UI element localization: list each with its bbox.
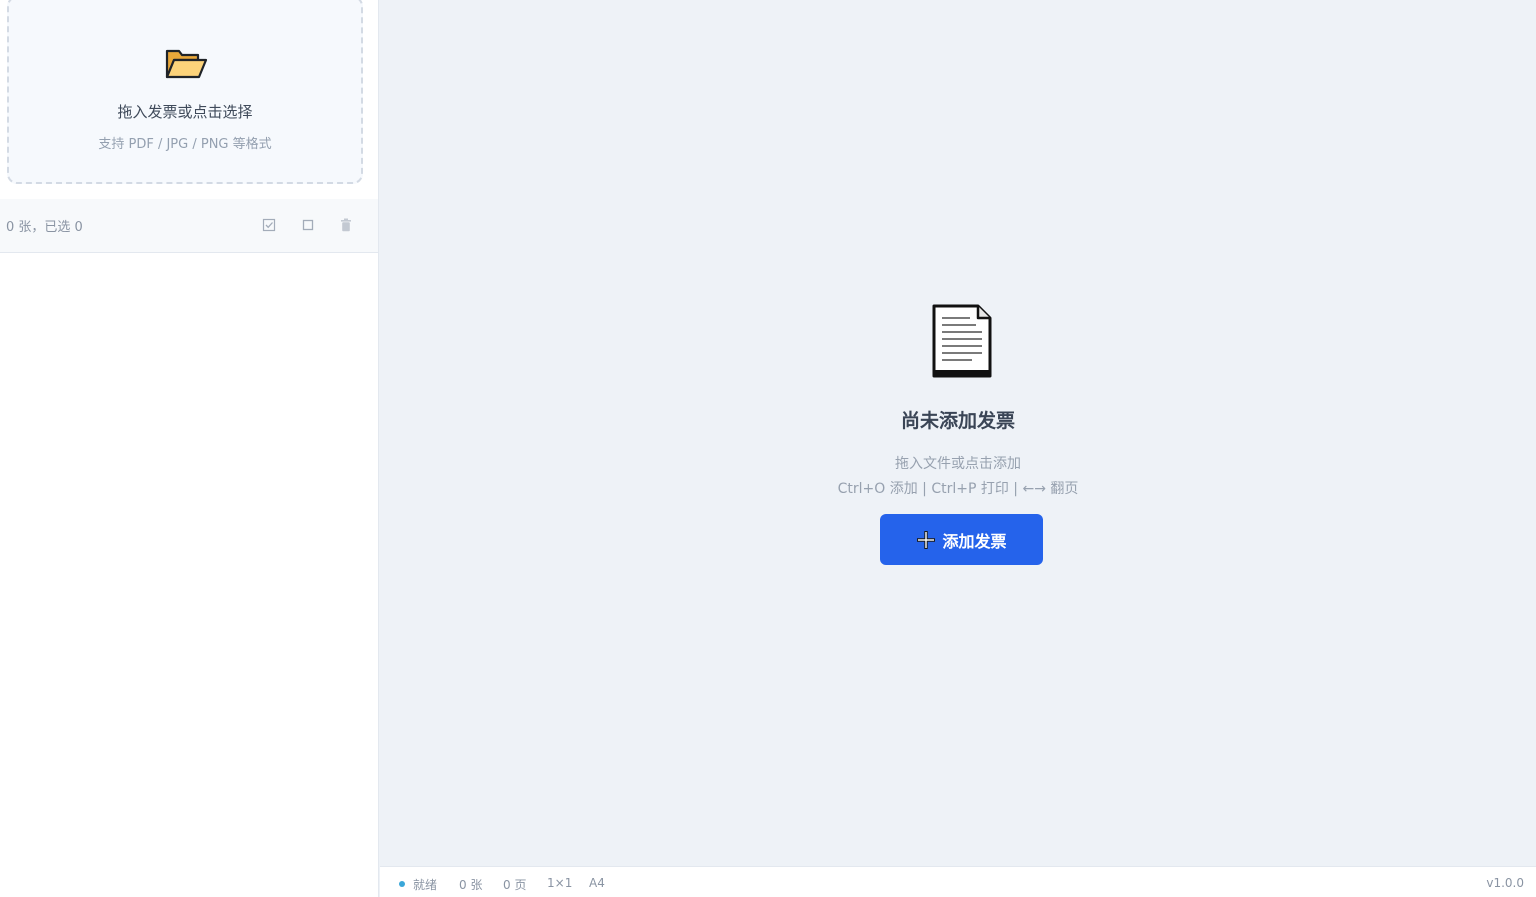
plus-icon bbox=[917, 530, 936, 549]
keyboard-shortcuts-hint: Ctrl+O 添加 | Ctrl+P 打印 | ←→ 翻页 bbox=[837, 481, 1079, 497]
app-version: v1.0.0 bbox=[1486, 876, 1524, 890]
empty-state-title: 尚未添加发票 bbox=[900, 410, 1015, 432]
paper-size: A4 bbox=[589, 876, 605, 890]
page-count: 0 页 bbox=[503, 878, 527, 892]
checked-box-icon bbox=[262, 218, 276, 232]
select-all-button[interactable] bbox=[260, 216, 278, 234]
trash-icon bbox=[341, 218, 351, 232]
status-text: 就绪 bbox=[413, 878, 438, 892]
document-icon bbox=[932, 304, 992, 378]
add-invoice-button-label: 添加发票 bbox=[942, 531, 1007, 551]
preview-area: 尚未添加发票 拖入文件或点击添加 Ctrl+O 添加 | Ctrl+P 打印 |… bbox=[380, 0, 1536, 866]
list-toolbar: 0 张，已选 0 bbox=[0, 199, 378, 253]
selection-count: 0 张，已选 0 bbox=[6, 220, 83, 235]
status-indicator-dot bbox=[399, 881, 405, 887]
dropzone-title: 拖入发票或点击选择 bbox=[117, 103, 253, 121]
empty-state-hint: 拖入文件或点击添加 bbox=[895, 456, 1021, 472]
status-bar: 就绪 0 张 0 页 1×1 A4 v1.0.0 bbox=[380, 866, 1536, 897]
file-dropzone[interactable]: 拖入发票或点击选择 支持 PDF / JPG / PNG 等格式 bbox=[7, 0, 363, 184]
invoice-list bbox=[0, 254, 378, 897]
app-window: 拖入发票或点击选择 支持 PDF / JPG / PNG 等格式 0 张，已选 … bbox=[0, 0, 1536, 897]
sidebar: 拖入发票或点击选择 支持 PDF / JPG / PNG 等格式 0 张，已选 … bbox=[0, 0, 379, 897]
deselect-all-button[interactable] bbox=[299, 216, 317, 234]
folder-open-icon bbox=[165, 49, 208, 79]
delete-button[interactable] bbox=[337, 216, 355, 234]
add-invoice-button[interactable]: 添加发票 bbox=[880, 514, 1043, 565]
invoice-count: 0 张 bbox=[459, 878, 483, 892]
dropzone-subtitle: 支持 PDF / JPG / PNG 等格式 bbox=[98, 137, 272, 152]
layout-grid: 1×1 bbox=[547, 876, 573, 890]
empty-square-icon bbox=[302, 219, 314, 231]
